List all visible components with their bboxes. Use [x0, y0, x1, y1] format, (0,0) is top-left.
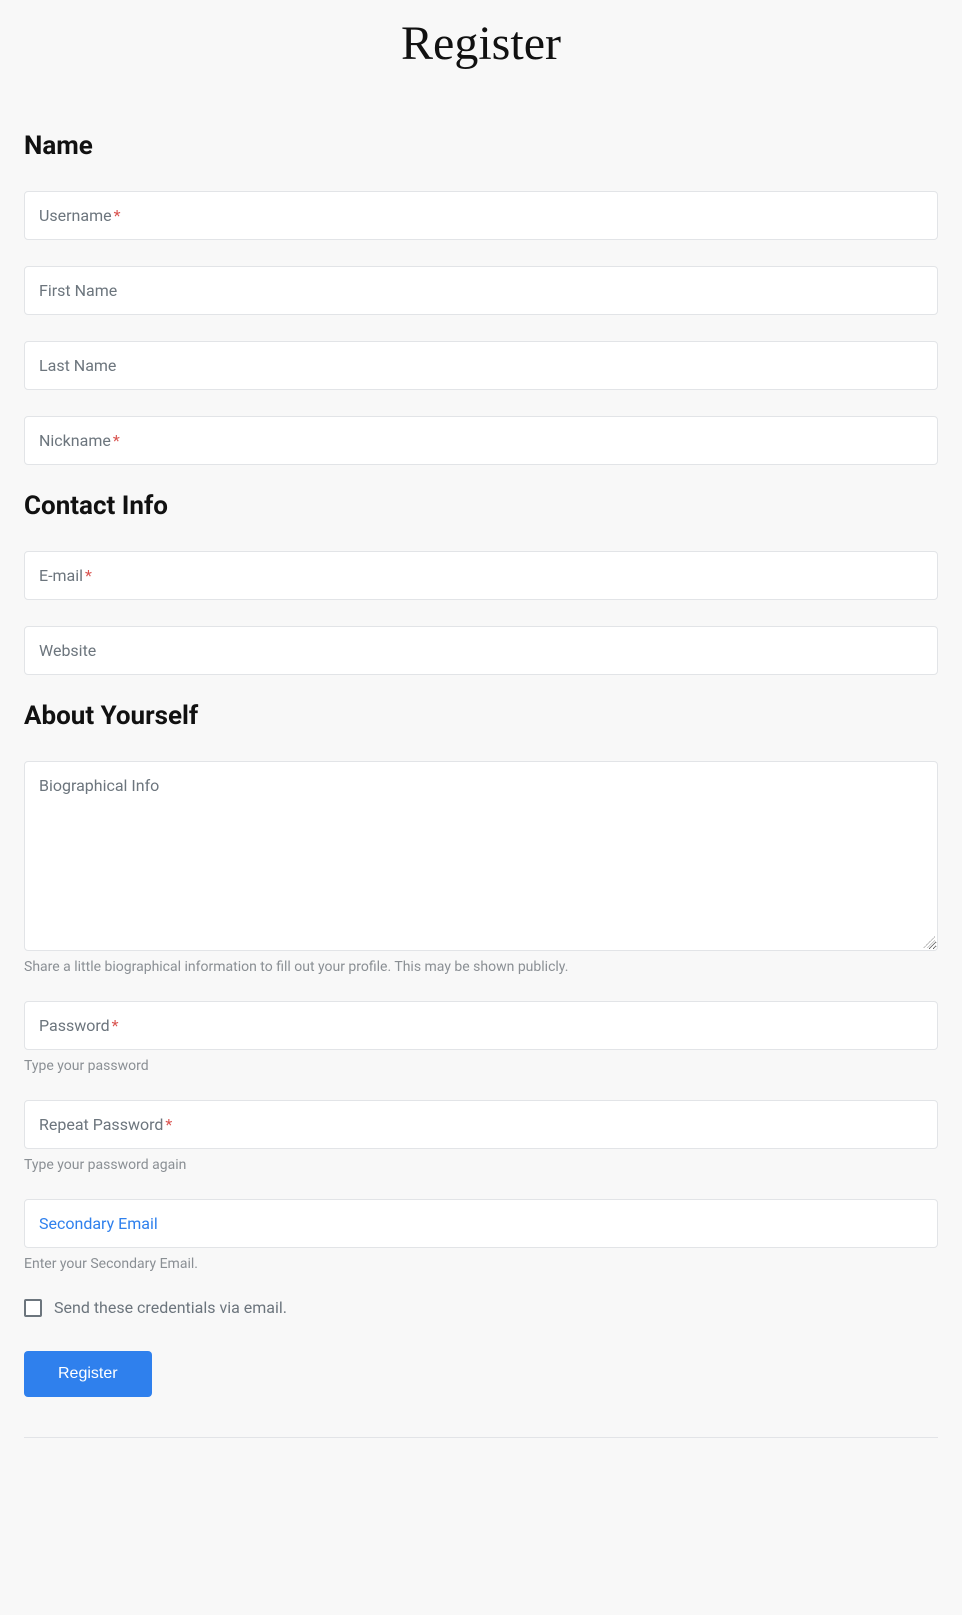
repeat-password-helper-text: Type your password again [24, 1157, 938, 1173]
page-title: Register [0, 0, 962, 121]
resize-handle-icon [923, 936, 935, 948]
register-form: Name Username* First Name Last Name Nick… [0, 131, 962, 1478]
password-label: Password* [39, 1016, 119, 1035]
register-button[interactable]: Register [24, 1351, 152, 1397]
bio-helper-text: Share a little biographical information … [24, 959, 938, 975]
required-marker: * [165, 1115, 172, 1134]
first-name-label: First Name [39, 281, 117, 300]
send-credentials-label: Send these credentials via email. [54, 1298, 287, 1317]
required-marker: * [85, 566, 92, 585]
secondary-email-field[interactable]: Secondary Email [24, 1199, 938, 1248]
bio-label: Biographical Info [39, 776, 159, 795]
last-name-label: Last Name [39, 356, 116, 375]
required-marker: * [112, 1016, 119, 1035]
nickname-field[interactable]: Nickname* [24, 416, 938, 465]
repeat-password-field[interactable]: Repeat Password* [24, 1100, 938, 1149]
username-label: Username* [39, 206, 120, 225]
password-field[interactable]: Password* [24, 1001, 938, 1050]
section-heading-about: About Yourself [24, 701, 938, 731]
repeat-password-label: Repeat Password* [39, 1115, 172, 1134]
website-field[interactable]: Website [24, 626, 938, 675]
secondary-email-label: Secondary Email [39, 1214, 158, 1233]
password-helper-text: Type your password [24, 1058, 938, 1074]
username-field[interactable]: Username* [24, 191, 938, 240]
required-marker: * [113, 431, 120, 450]
send-credentials-checkbox[interactable] [24, 1299, 42, 1317]
bio-field[interactable]: Biographical Info [24, 761, 938, 951]
email-field[interactable]: E-mail* [24, 551, 938, 600]
email-label: E-mail* [39, 566, 92, 585]
nickname-label: Nickname* [39, 431, 120, 450]
first-name-field[interactable]: First Name [24, 266, 938, 315]
section-heading-name: Name [24, 131, 938, 161]
website-label: Website [39, 641, 96, 660]
last-name-field[interactable]: Last Name [24, 341, 938, 390]
required-marker: * [114, 206, 121, 225]
section-heading-contact: Contact Info [24, 491, 938, 521]
divider [24, 1437, 938, 1438]
secondary-email-helper-text: Enter your Secondary Email. [24, 1256, 938, 1272]
